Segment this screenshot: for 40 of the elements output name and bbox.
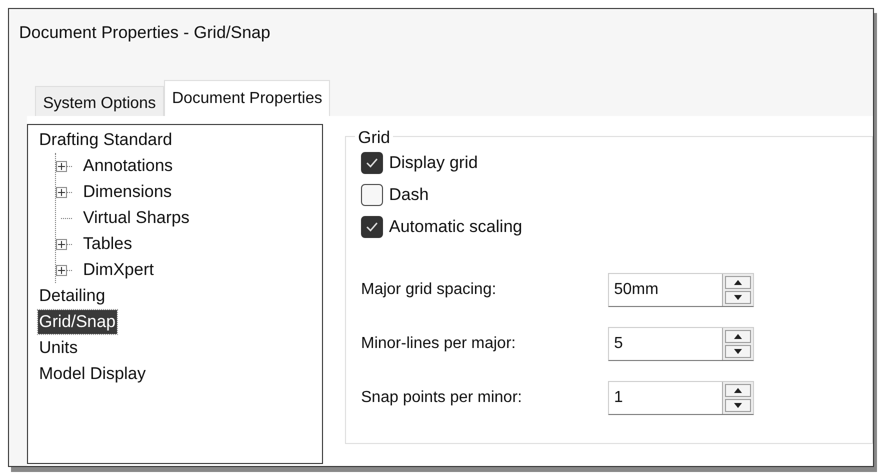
window-title: Document Properties - Grid/Snap — [19, 22, 270, 44]
tree-item[interactable]: Grid/Snap — [38, 310, 117, 334]
tree-item[interactable]: Tables — [82, 232, 134, 256]
spin-buttons[interactable] — [722, 274, 753, 306]
expand-icon[interactable] — [56, 238, 67, 250]
spin-buttons[interactable] — [722, 328, 753, 360]
expand-icon[interactable] — [56, 264, 67, 276]
spinner-label: Snap points per minor: — [361, 388, 523, 408]
up-arrow-icon — [734, 280, 742, 285]
tree-item[interactable]: Model Display — [38, 362, 147, 386]
checkbox[interactable] — [361, 216, 383, 238]
check-icon — [366, 158, 378, 168]
tree-item[interactable]: Units — [38, 336, 79, 360]
check-icon — [366, 222, 378, 232]
checkbox[interactable] — [361, 152, 383, 174]
spin-field[interactable]: 1 — [608, 381, 754, 415]
checkbox-label: Display grid — [389, 152, 478, 174]
expand-icon[interactable] — [56, 160, 67, 172]
down-arrow-icon — [734, 295, 742, 300]
checkbox[interactable] — [361, 184, 383, 206]
down-arrow-icon — [734, 349, 742, 354]
spinner-label: Minor-lines per major: — [361, 334, 517, 354]
expand-icon[interactable] — [56, 186, 67, 198]
checkbox-label: Dash — [389, 184, 429, 206]
tree-item[interactable]: Drafting Standard — [38, 128, 174, 152]
tab[interactable]: System Options — [35, 86, 164, 116]
spin-buttons[interactable] — [722, 382, 753, 414]
spin-field[interactable]: 5 — [608, 327, 754, 361]
up-arrow-icon — [734, 388, 742, 393]
spinner-label: Major grid spacing: — [361, 280, 498, 300]
tree-item[interactable]: Virtual Sharps — [82, 206, 190, 230]
tree-item[interactable]: DimXpert — [82, 258, 155, 282]
down-arrow-icon — [734, 403, 742, 408]
tree-item[interactable]: Annotations — [82, 154, 174, 178]
up-arrow-icon — [734, 334, 742, 339]
tree-item[interactable]: Dimensions — [82, 180, 173, 204]
spin-field[interactable]: 50mm — [608, 273, 754, 307]
tab[interactable]: Document Properties — [164, 80, 330, 116]
checkbox-label: Automatic scaling — [389, 216, 522, 238]
tree-item[interactable]: Detailing — [38, 284, 106, 308]
